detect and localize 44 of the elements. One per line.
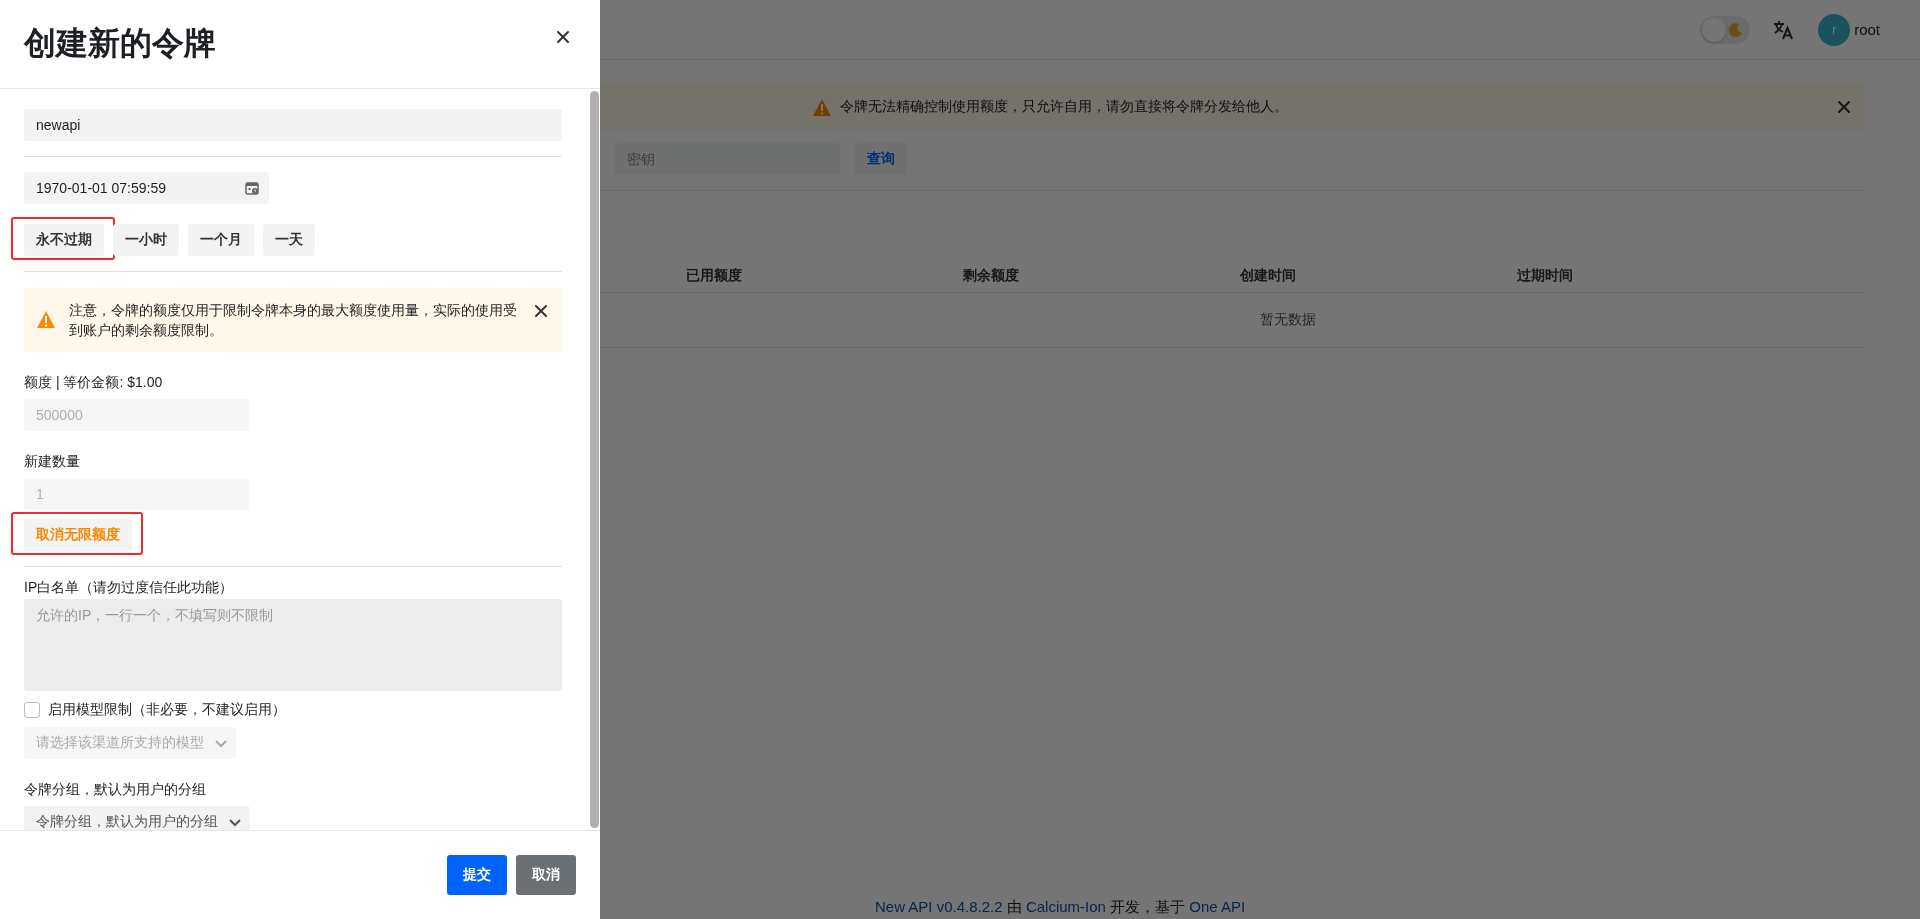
unlimited-quota-button[interactable]: 取消无限额度 bbox=[24, 519, 132, 551]
notice-text: 注意，令牌的额度仅用于限制令牌本身的最大额度使用量，实际的使用受到账户的剩余额度限制。 bbox=[69, 301, 518, 340]
calendar-icon bbox=[245, 181, 259, 195]
column-header[interactable]: 创建时间 bbox=[1224, 266, 1296, 285]
ip-whitelist-field[interactable]: 允许的IP，一行一个，不填写则不限制 bbox=[24, 599, 562, 691]
query-button[interactable]: 查询 bbox=[855, 143, 907, 175]
preset-button[interactable]: 永不过期 bbox=[24, 224, 104, 256]
warning-icon bbox=[36, 310, 56, 329]
field-label: IP白名单（请勿过度信任此功能） bbox=[24, 578, 235, 597]
banner-text: 令牌无法精确控制使用额度，只允许自用，请勿直接将令牌分发给他人。 bbox=[840, 98, 1289, 116]
preset-button[interactable]: 一天 bbox=[263, 224, 315, 256]
close-icon[interactable] bbox=[556, 30, 570, 44]
group-select[interactable]: 令牌分组，默认为用户的分组 bbox=[24, 806, 250, 830]
translate-icon[interactable] bbox=[1772, 18, 1795, 41]
column-header[interactable]: 剩余额度 bbox=[947, 266, 1019, 285]
cancel-button[interactable]: 取消 bbox=[516, 855, 576, 895]
checkbox-label: 启用模型限制（非必要，不建议启用） bbox=[48, 701, 286, 719]
submit-button[interactable]: 提交 bbox=[447, 855, 507, 895]
empty-message: 暂无数据 bbox=[1259, 311, 1316, 329]
chevron-down-icon bbox=[228, 816, 242, 828]
user-name[interactable]: root bbox=[1854, 21, 1880, 38]
checkbox[interactable] bbox=[24, 702, 40, 718]
close-icon[interactable] bbox=[534, 304, 548, 318]
drawer-title: 创建新的令牌 bbox=[24, 24, 216, 63]
theme-toggle[interactable] bbox=[1700, 15, 1751, 44]
footer-text: New API v0.4.8.2.2 由 Calcium-Ion 开发，基于 One API bbox=[875, 898, 1247, 917]
scrollbar[interactable] bbox=[590, 91, 599, 828]
warning-icon bbox=[812, 97, 832, 117]
column-header[interactable]: 过期时间 bbox=[1501, 266, 1573, 285]
count-field[interactable]: 1 bbox=[24, 478, 249, 510]
preset-button[interactable]: 一个月 bbox=[188, 224, 254, 256]
quota-field[interactable]: 500000 bbox=[24, 399, 249, 431]
field-label: 额度 | 等价金额: $1.00 bbox=[24, 373, 164, 392]
footer-link[interactable]: New API v0.4.8.2.2 bbox=[875, 898, 1003, 915]
name-field[interactable]: newapi bbox=[24, 109, 562, 141]
footer-link[interactable]: Calcium-Ion bbox=[1025, 898, 1106, 915]
date-field[interactable]: 1970-01-01 07:59:59 bbox=[24, 172, 269, 204]
field-label: 令牌分组，默认为用户的分组 bbox=[24, 780, 207, 799]
chevron-down-icon bbox=[214, 737, 228, 749]
column-header[interactable]: 已用额度 bbox=[670, 266, 742, 285]
footer-link[interactable]: One API bbox=[1189, 898, 1246, 915]
moon-icon bbox=[1728, 21, 1745, 38]
preset-button[interactable]: 一小时 bbox=[113, 224, 179, 256]
field-label: 新建数量 bbox=[24, 452, 81, 471]
